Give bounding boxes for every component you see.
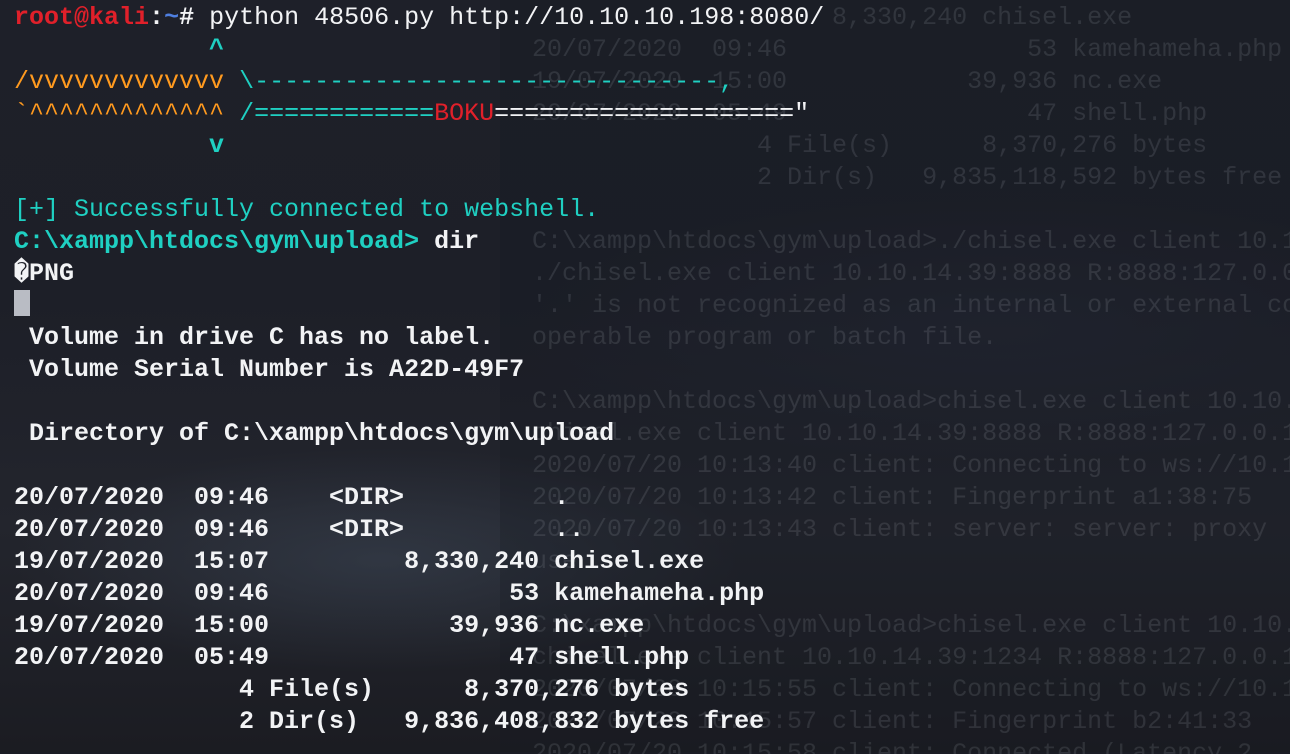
listing-row: 19/07/2020 15:00 39,936 nc.exe [14,611,645,640]
cursor-block [14,290,30,316]
cursor-line [14,290,824,322]
listing-row: 20/07/2020 09:46 53 kamehameha.php [14,579,765,608]
png-header: �PNG [14,259,75,288]
prompt-sep: : [149,3,165,32]
typed-command: python 48506.py http://10.10.10.198:8080… [209,3,825,32]
volume-label: Volume in drive C has no label. [14,323,495,352]
command-line: root@kali:~# python 48506.py http://10.1… [14,2,824,34]
prompt-path: ~ [164,3,180,32]
terminal-output[interactable]: root@kali:~# python 48506.py http://10.1… [14,2,824,738]
banner-line-3: `^^^^^^^^^^^^^ /============BOKU========… [14,98,824,130]
listing-row: 20/07/2020 05:49 47 shell.php [14,643,690,672]
prompt-host: kali [89,3,150,32]
banner-arrow-left-top: /vvvvvvvvvvvvv [14,67,225,96]
banner-caret-down: v [209,131,225,160]
volume-serial: Volume Serial Number is A22D-49F7 [14,355,525,384]
summary-dirs: 2 Dir(s) 9,836,408,832 bytes free [14,707,765,736]
banner-arrow-right-top: \-------------------------------, [239,67,735,96]
banner-line-1: ^ [14,34,824,66]
banner-line-4: v [14,130,824,162]
prompt-user: root [14,3,75,32]
status-message: [+] Successfully connected to webshell. [14,195,600,224]
prompt-symbol: # [179,3,195,32]
listing-row: 20/07/2020 09:46 <DIR> . [14,483,570,512]
shell-command: dir [434,227,480,256]
directory-of: Directory of C:\xampp\htdocs\gym\upload [14,419,615,448]
shell-command-line: C:\xampp\htdocs\gym\upload> dir [14,226,824,258]
listing-row: 19/07/2020 15:07 8,330,240 chisel.exe [14,547,705,576]
banner-arrow-left-bottom: `^^^^^^^^^^^^^ [14,99,225,128]
prompt-at: @ [74,3,90,32]
shell-prompt: C:\xampp\htdocs\gym\upload> [14,227,435,256]
listing-row: 20/07/2020 09:46 <DIR> .. [14,515,585,544]
banner-line-2: /vvvvvvvvvvvvv \------------------------… [14,66,824,98]
banner-caret-up: ^ [209,35,225,64]
banner-arrow-right-bottom-post: ====================" [494,99,810,128]
summary-files: 4 File(s) 8,370,276 bytes [14,675,690,704]
banner-boku: BOKU [434,99,495,128]
banner-arrow-right-bottom-pre: /============ [239,99,435,128]
